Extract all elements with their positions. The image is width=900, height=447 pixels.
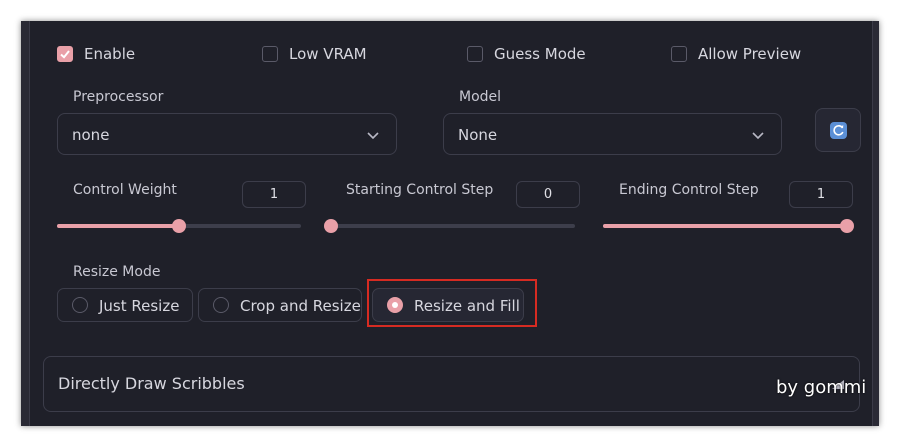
enable-label: Enable (84, 45, 136, 63)
resize-mode-label: Resize Mode (73, 264, 161, 280)
slider-fill (57, 224, 179, 228)
allow-preview-checkbox[interactable] (671, 46, 687, 62)
radio-just-resize[interactable]: Just Resize (57, 288, 193, 322)
radio-indicator (213, 297, 229, 313)
refresh-models-button[interactable] (815, 108, 861, 152)
low-vram-label: Low VRAM (289, 45, 367, 63)
control-weight-slider[interactable] (57, 219, 301, 233)
preprocessor-select[interactable]: none (57, 113, 397, 155)
guess-mode-checkbox[interactable] (467, 46, 483, 62)
radio-label: Just Resize (99, 297, 180, 315)
model-label: Model (459, 89, 502, 105)
refresh-icon (830, 122, 847, 139)
guess-mode-label: Guess Mode (494, 45, 586, 63)
model-select[interactable]: None (443, 113, 782, 155)
radio-indicator (72, 297, 88, 313)
control-weight-input[interactable]: 1 (242, 181, 306, 208)
model-value: None (458, 126, 498, 144)
preprocessor-label: Preprocessor (73, 89, 164, 105)
allow-preview-label: Allow Preview (698, 45, 802, 63)
enable-checkbox[interactable] (57, 46, 73, 62)
ending-step-slider[interactable] (603, 219, 854, 233)
starting-step-label: Starting Control Step (346, 182, 494, 198)
low-vram-checkbox[interactable] (262, 46, 278, 62)
starting-step-input[interactable]: 0 (516, 181, 580, 208)
ending-step-label: Ending Control Step (619, 182, 759, 198)
annotation-highlight-box (367, 279, 537, 327)
scribbles-accordion[interactable]: Directly Draw Scribbles (43, 356, 860, 412)
watermark-text: by gommi (776, 377, 867, 398)
chevron-down-icon (367, 132, 379, 140)
preprocessor-value: none (72, 126, 110, 144)
slider-fill (603, 224, 847, 228)
radio-label: Crop and Resize (240, 297, 361, 315)
slider-thumb[interactable] (840, 219, 854, 233)
radio-crop-and-resize[interactable]: Crop and Resize (198, 288, 362, 322)
slider-thumb[interactable] (324, 219, 338, 233)
accordion-title: Directly Draw Scribbles (58, 374, 245, 393)
ending-step-input[interactable]: 1 (789, 181, 853, 208)
control-weight-label: Control Weight (73, 182, 177, 198)
chevron-down-icon (752, 132, 764, 140)
checkmark-icon (60, 50, 70, 59)
starting-step-slider[interactable] (324, 219, 575, 233)
slider-thumb[interactable] (172, 219, 186, 233)
